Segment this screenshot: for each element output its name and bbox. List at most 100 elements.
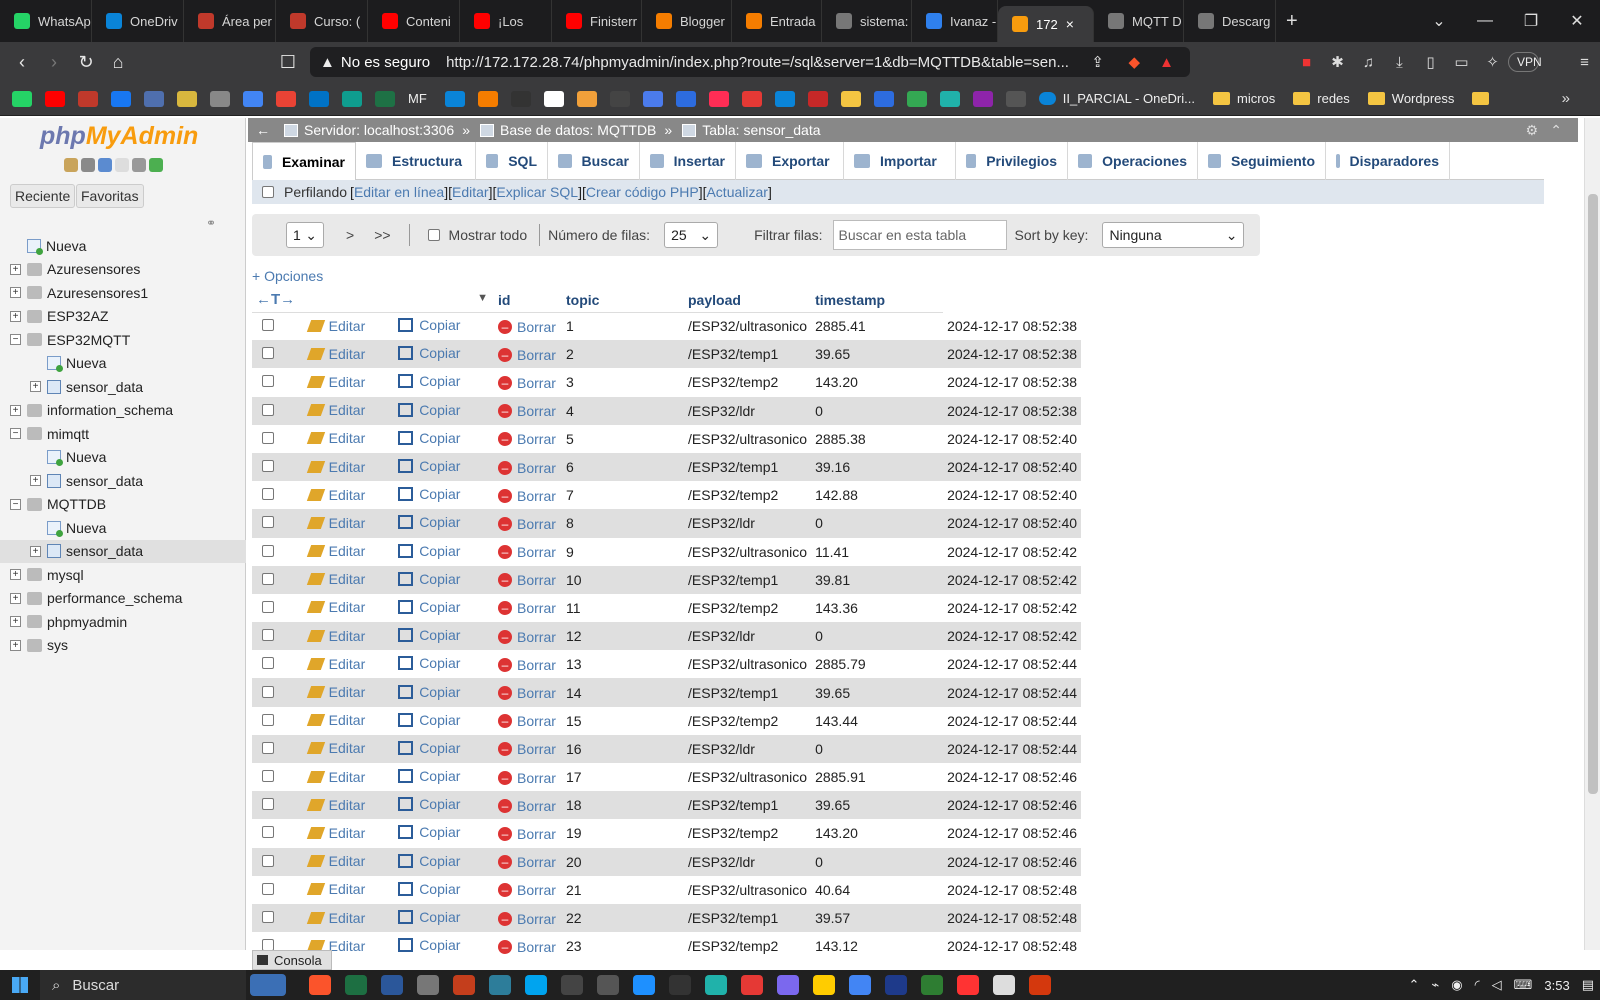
cell-id[interactable]: 12: [562, 622, 684, 651]
cell-payload[interactable]: 2885.41: [811, 312, 944, 341]
copy-button[interactable]: Copiar: [398, 571, 460, 587]
edit-button[interactable]: Editar: [306, 459, 365, 475]
bookmark-icon[interactable]: [309, 90, 329, 107]
row-checkbox[interactable]: [262, 685, 274, 698]
cell-timestamp[interactable]: 2024-12-17 08:52:44: [943, 678, 1082, 707]
cell-payload[interactable]: 2885.79: [811, 650, 944, 679]
tree-item-new[interactable]: Nueva: [0, 516, 246, 540]
minimize-icon[interactable]: —: [1462, 12, 1508, 30]
cell-id[interactable]: 4: [562, 396, 684, 425]
copy-button[interactable]: Copiar: [398, 514, 460, 530]
bookmark-icon[interactable]: [774, 90, 795, 107]
tab-buscar[interactable]: Buscar: [548, 142, 640, 180]
tree-item-db[interactable]: + information_schema: [0, 399, 246, 423]
tab-sql[interactable]: SQL: [476, 142, 548, 180]
expand-icon[interactable]: +: [10, 287, 21, 299]
row-checkbox[interactable]: [262, 657, 274, 670]
menu-icon[interactable]: ≡: [1569, 54, 1600, 71]
tab-exportar[interactable]: Exportar: [736, 142, 844, 180]
next-page-button[interactable]: >: [346, 227, 354, 243]
taskbar-search[interactable]: ⌕ Buscar: [40, 970, 246, 1000]
taskbar-app-icon[interactable]: [525, 975, 547, 995]
tab-estructura[interactable]: Estructura: [356, 142, 476, 180]
tab-importar[interactable]: Importar: [844, 142, 956, 180]
row-checkbox[interactable]: [262, 600, 274, 613]
bookmark-icon[interactable]: [510, 90, 531, 107]
tray-chevron-icon[interactable]: ⌃: [1409, 977, 1420, 993]
cell-topic[interactable]: /ESP32/ultrasonico: [684, 312, 812, 341]
edit-button[interactable]: Editar: [306, 430, 365, 446]
tab-disparadores[interactable]: Disparadores: [1326, 142, 1450, 180]
browser-tab[interactable]: Área per: [184, 0, 276, 42]
bookmark-icon[interactable]: [873, 90, 894, 107]
row-checkbox[interactable]: [262, 403, 274, 416]
expand-icon[interactable]: +: [10, 569, 21, 581]
cell-payload[interactable]: 39.81: [811, 565, 944, 594]
cell-payload[interactable]: 143.44: [811, 706, 944, 735]
delete-button[interactable]: – Borrar: [498, 544, 556, 560]
bookmark-icon[interactable]: [642, 90, 663, 107]
bookmark-icon[interactable]: [840, 90, 861, 107]
bookmark-icon[interactable]: [543, 90, 564, 107]
cell-topic[interactable]: /ESP32/ultrasonico: [684, 875, 812, 904]
copy-button[interactable]: Copiar: [398, 824, 460, 840]
tree-item-new[interactable]: Nueva: [0, 234, 246, 258]
delete-button[interactable]: – Borrar: [498, 431, 556, 447]
show-all-checkbox[interactable]: [427, 229, 440, 241]
back-icon[interactable]: ‹: [6, 52, 38, 73]
cell-id[interactable]: 11: [562, 593, 684, 623]
breadcrumb-server[interactable]: Servidor: localhost:3306: [304, 122, 454, 138]
cell-topic[interactable]: /ESP32/temp1: [684, 791, 812, 820]
row-checkbox[interactable]: [262, 629, 274, 642]
edit-button[interactable]: Editar: [306, 487, 365, 503]
bookmark-icon[interactable]: [741, 90, 762, 107]
cell-timestamp[interactable]: 2024-12-17 08:52:44: [943, 706, 1082, 735]
close-tab-icon[interactable]: ×: [1066, 16, 1074, 32]
notifications-icon[interactable]: ▤: [1582, 977, 1594, 993]
cell-payload[interactable]: 143.20: [811, 819, 944, 848]
scrollbar-thumb[interactable]: [1588, 194, 1598, 794]
edit-button[interactable]: Editar: [306, 712, 365, 728]
new-tab-button[interactable]: +: [1286, 10, 1298, 33]
copy-button[interactable]: Copiar: [398, 345, 460, 361]
browser-tab[interactable]: MQTT D: [1094, 0, 1184, 42]
browser-tab[interactable]: sistema:: [822, 0, 912, 42]
delete-button[interactable]: – Borrar: [498, 319, 556, 335]
tray-keyboard-icon[interactable]: ⌨: [1514, 977, 1533, 993]
row-checkbox[interactable]: [262, 460, 274, 473]
taskbar-app-icon[interactable]: [813, 975, 835, 995]
taskbar-app-icon[interactable]: [489, 975, 511, 995]
cell-timestamp[interactable]: 2024-12-17 08:52:40: [943, 509, 1082, 538]
settings-icon[interactable]: [132, 158, 146, 172]
taskbar-app-icon[interactable]: [633, 975, 655, 995]
copy-button[interactable]: Copiar: [398, 627, 460, 643]
home-icon[interactable]: ⌂: [102, 52, 134, 73]
refresh-icon[interactable]: [149, 158, 163, 172]
expand-icon[interactable]: +: [10, 263, 21, 275]
delete-button[interactable]: – Borrar: [498, 770, 556, 786]
options-link[interactable]: + Opciones: [252, 268, 323, 284]
bookmark-icon[interactable]: [972, 90, 993, 107]
cell-topic[interactable]: /ESP32/ldr: [684, 509, 812, 538]
expand-icon[interactable]: +: [10, 310, 21, 322]
cell-id[interactable]: 13: [562, 650, 684, 679]
restore-icon[interactable]: ❐: [1508, 11, 1554, 31]
tree-item-new[interactable]: Nueva: [0, 446, 246, 470]
bookmark-icon[interactable]: [111, 90, 131, 107]
collapse-icon[interactable]: −: [10, 334, 21, 346]
browser-tab[interactable]: 172 ×: [998, 6, 1094, 42]
copy-button[interactable]: Copiar: [398, 486, 460, 502]
edit-button[interactable]: Editar: [306, 571, 365, 587]
favorites-button[interactable]: Favoritas: [76, 184, 144, 208]
vpn-button[interactable]: VPN: [1508, 52, 1542, 72]
row-checkbox[interactable]: [262, 375, 274, 388]
url-bar[interactable]: ▲ No es seguro http://172.172.28.74/phpm…: [310, 47, 1190, 77]
cell-payload[interactable]: 0: [811, 622, 944, 651]
copy-button[interactable]: Copiar: [398, 684, 460, 700]
bookmark-item[interactable]: II_PARCIAL - OneDri...: [1038, 91, 1195, 106]
row-checkbox[interactable]: [262, 741, 274, 754]
taskbar-app-icon[interactable]: [705, 975, 727, 995]
tray-network-icon[interactable]: ⌁: [1431, 977, 1439, 993]
cell-timestamp[interactable]: 2024-12-17 08:52:42: [943, 593, 1082, 623]
taskbar-app-icon[interactable]: [993, 975, 1015, 995]
